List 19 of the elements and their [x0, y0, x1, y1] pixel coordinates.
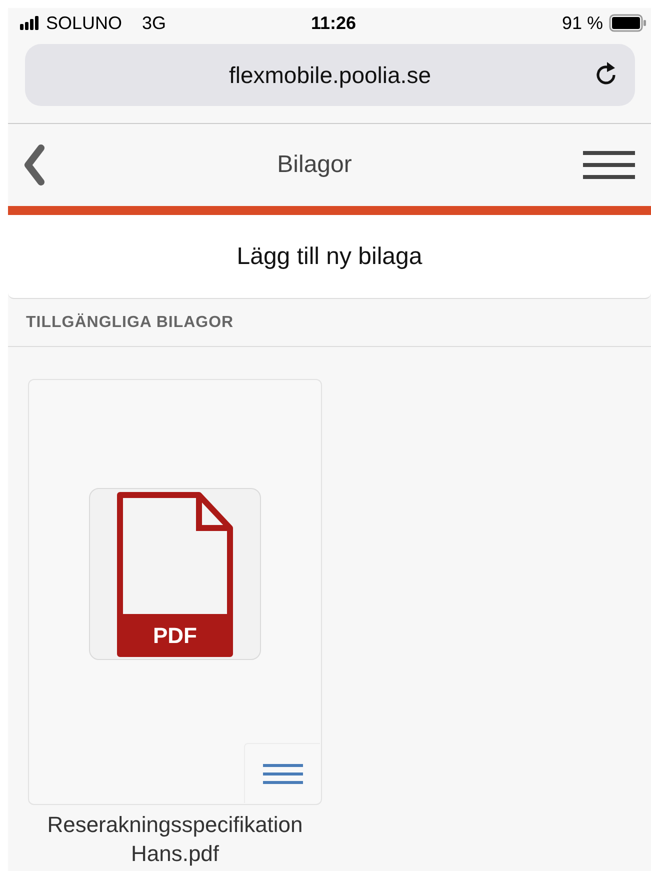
document-icon	[117, 492, 233, 656]
page-title: Bilagor	[277, 151, 352, 179]
menu-icon[interactable]	[583, 149, 635, 181]
battery-percent: 91 %	[562, 12, 603, 34]
battery-icon	[608, 14, 647, 32]
page-url: flexmobile.poolia.se	[228, 62, 431, 88]
address-bar[interactable]: flexmobile.poolia.se	[25, 44, 635, 106]
menu-icon	[262, 762, 302, 784]
options-button[interactable]	[244, 743, 320, 803]
carrier-name: SOLUNO	[46, 12, 122, 34]
clock-time: 11:26	[310, 12, 356, 34]
file-name: Reserakningsspecifikation Hans.pdf	[46, 811, 304, 868]
network-type: 3G	[142, 12, 166, 34]
back-icon[interactable]	[22, 144, 46, 186]
attachment-card[interactable]: PDF	[28, 379, 322, 805]
section-heading: TILLGÄNGLIGA BILAGOR	[26, 314, 234, 332]
signal-icon	[20, 16, 40, 30]
file-type-label: PDF	[152, 622, 198, 648]
add-attachment-button[interactable]: Lägg till ny bilaga	[8, 215, 651, 299]
